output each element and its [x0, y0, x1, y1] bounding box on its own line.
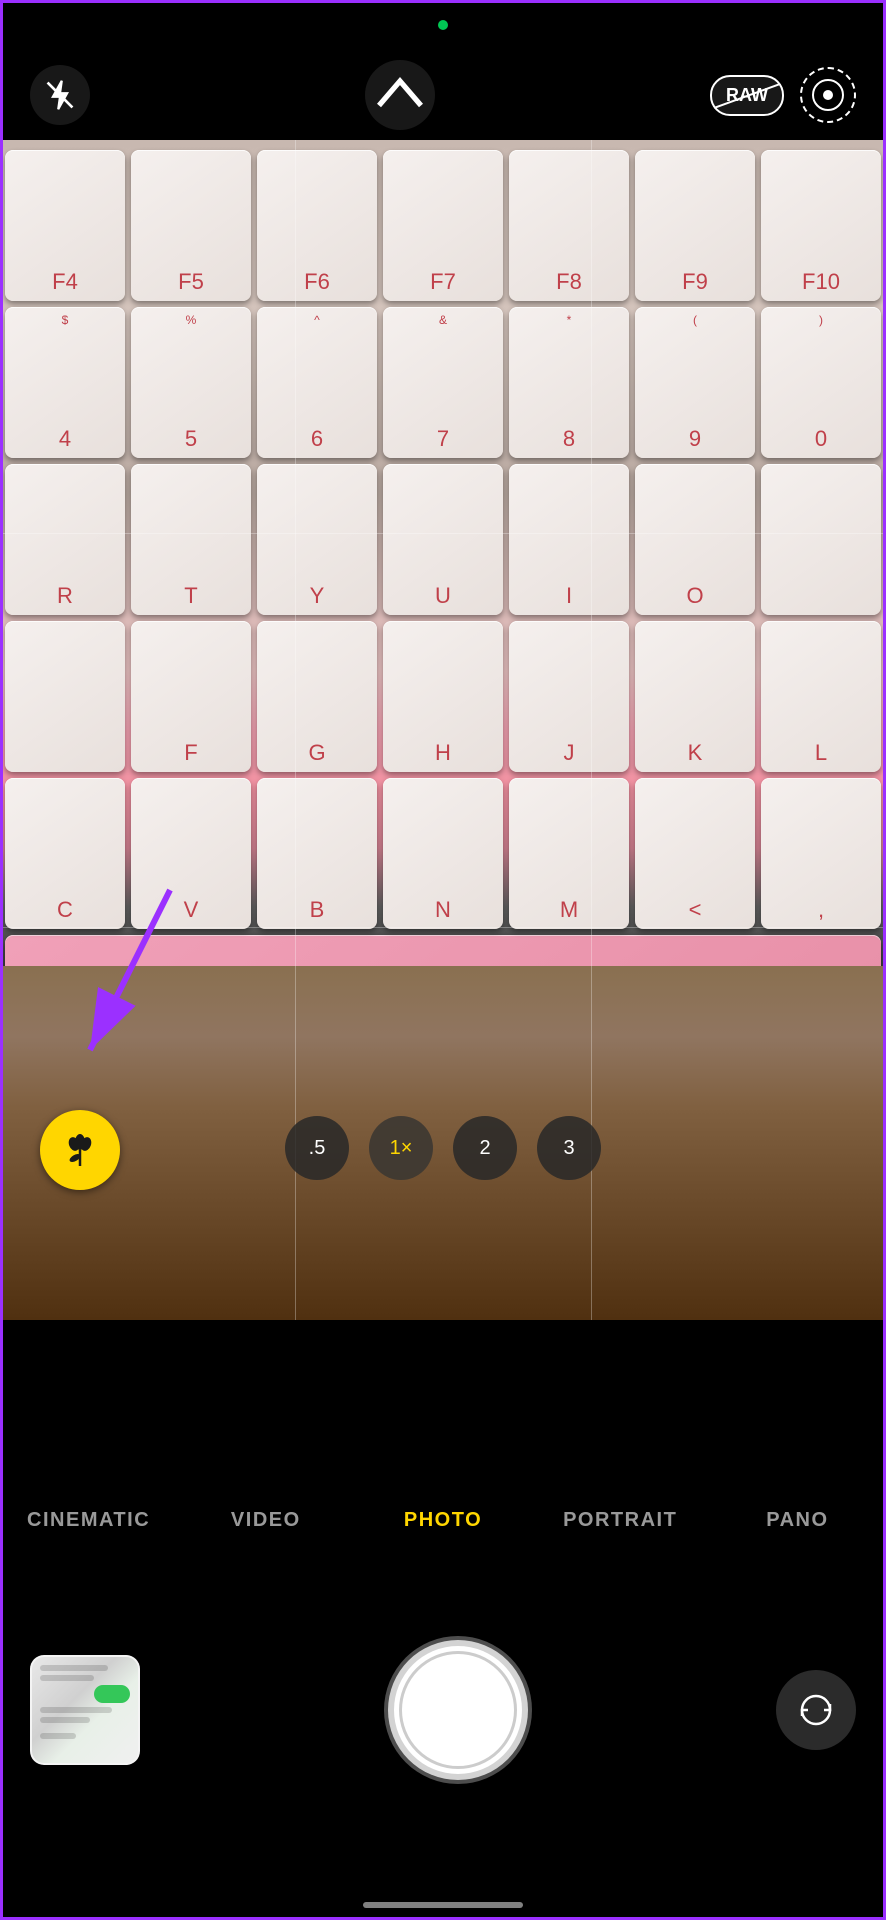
zoom-3-label: 3 — [563, 1137, 574, 1160]
mode-video[interactable]: VIDEO — [177, 1499, 354, 1542]
key-j: J — [509, 621, 629, 772]
key-m: M — [509, 778, 629, 929]
key-n: N — [383, 778, 503, 929]
zoom-3-button[interactable]: 3 — [537, 1116, 601, 1180]
key-y: Y — [257, 464, 377, 615]
key-f5: F5 — [131, 150, 251, 301]
key-t: T — [131, 464, 251, 615]
flash-off-icon — [44, 79, 76, 111]
key-f: F — [131, 621, 251, 772]
mode-photo[interactable]: PHOTO — [354, 1499, 531, 1542]
key-f9: F9 — [635, 150, 755, 301]
live-inner-ring — [812, 79, 844, 111]
tulip-icon — [58, 1128, 102, 1172]
key-f7: F7 — [383, 150, 503, 301]
key-k: K — [635, 621, 755, 772]
thumb-line-1 — [40, 1665, 108, 1671]
key-row-rtyuiol: R T Y U I O — [5, 464, 881, 615]
key-8: *8 — [509, 307, 629, 458]
thumb-line-5 — [40, 1733, 76, 1739]
key-u: U — [383, 464, 503, 615]
collapse-button[interactable] — [365, 60, 435, 130]
key-l-partial — [761, 464, 881, 615]
key-b: B — [257, 778, 377, 929]
key-c: C — [5, 778, 125, 929]
key-f6: F6 — [257, 150, 377, 301]
mode-portrait[interactable]: PORTRAIT — [532, 1499, 709, 1542]
thumb-line-3 — [40, 1707, 112, 1713]
status-bar — [0, 0, 886, 50]
flip-camera-button[interactable] — [776, 1670, 856, 1750]
zoom-0-5-label: .5 — [309, 1137, 326, 1160]
zoom-0-5-button[interactable]: .5 — [285, 1116, 349, 1180]
key-f10: F10 — [761, 150, 881, 301]
key-dot-partial: , — [761, 778, 881, 929]
key-v: V — [131, 778, 251, 929]
key-comma-partial: < — [635, 778, 755, 929]
key-4: $4 — [5, 307, 125, 458]
zoom-controls: .5 1× 2 3 — [285, 1116, 601, 1180]
bottom-controls — [0, 1580, 886, 1840]
photo-thumbnail[interactable] — [30, 1655, 140, 1765]
key-o: O — [635, 464, 755, 615]
mode-cinematic[interactable]: CINEMATIC — [0, 1499, 177, 1542]
mode-pano[interactable]: PANO — [709, 1499, 886, 1542]
top-controls-bar: RAW — [0, 50, 886, 140]
thumbnail-content — [32, 1657, 138, 1763]
camera-active-indicator — [438, 20, 448, 30]
thumb-line-2 — [40, 1675, 94, 1681]
key-f4: F4 — [5, 150, 125, 301]
key-row-dfghjkl: F G H J K L — [5, 621, 881, 772]
shutter-button[interactable] — [388, 1640, 528, 1780]
key-6: ^6 — [257, 307, 377, 458]
key-f8: F8 — [509, 150, 629, 301]
zoom-2-label: 2 — [479, 1137, 490, 1160]
key-h: H — [383, 621, 503, 772]
zoom-1x-button[interactable]: 1× — [369, 1116, 433, 1180]
live-photo-button[interactable] — [800, 67, 856, 123]
key-5: %5 — [131, 307, 251, 458]
camera-viewfinder: F4 F5 F6 F7 F8 F9 F10 $4 %5 ^6 &7 *8 (9 … — [0, 140, 886, 1320]
key-row-cvbnm: C V B N M < , — [5, 778, 881, 929]
key-row-fkeys: F4 F5 F6 F7 F8 F9 F10 — [5, 150, 881, 301]
zoom-2-button[interactable]: 2 — [453, 1116, 517, 1180]
key-g: G — [257, 621, 377, 772]
flash-off-button[interactable] — [30, 65, 90, 125]
keys-area: F4 F5 F6 F7 F8 F9 F10 $4 %5 ^6 &7 *8 (9 … — [0, 140, 886, 1025]
camera-mode-bar: CINEMATIC VIDEO PHOTO PORTRAIT PANO — [0, 1480, 886, 1560]
chevron-up-icon — [365, 60, 435, 130]
live-dot — [823, 90, 833, 100]
key-0: )0 — [761, 307, 881, 458]
thumb-toggle — [94, 1685, 130, 1703]
key-7: &7 — [383, 307, 503, 458]
key-9: (9 — [635, 307, 755, 458]
shutter-inner-ring — [399, 1651, 517, 1769]
key-i: I — [509, 464, 629, 615]
macro-mode-button[interactable] — [40, 1110, 120, 1190]
key-row-numbers: $4 %5 ^6 &7 *8 (9 )0 — [5, 307, 881, 458]
flip-camera-icon — [794, 1688, 838, 1732]
key-r: R — [5, 464, 125, 615]
thumb-line-4 — [40, 1717, 90, 1723]
home-indicator — [363, 1902, 523, 1908]
zoom-1x-label: 1× — [390, 1137, 413, 1160]
key-d-partial — [5, 621, 125, 772]
key-l-end: L — [761, 621, 881, 772]
raw-toggle-button[interactable]: RAW — [710, 75, 784, 116]
